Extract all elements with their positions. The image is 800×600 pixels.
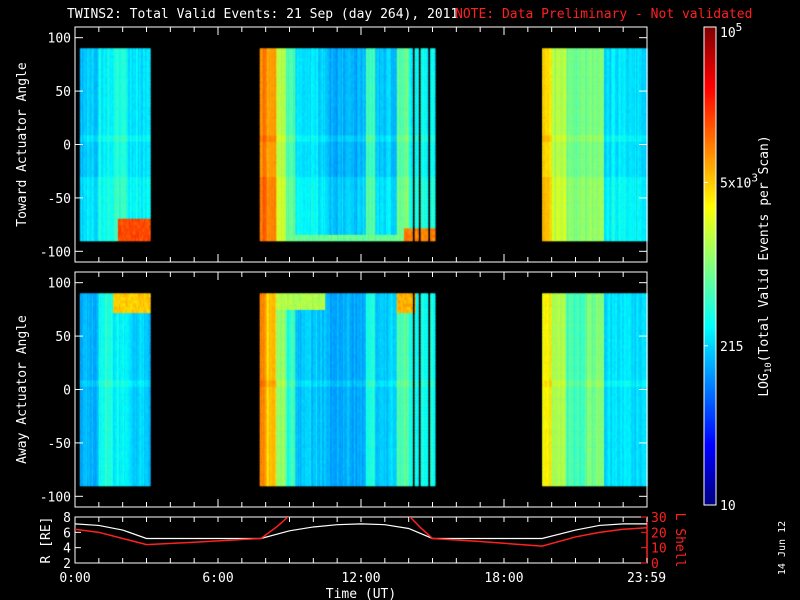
- x-tick-label: 12:00: [341, 571, 380, 586]
- colorbar-tick-label: 10: [720, 499, 736, 514]
- r-tick-label: 8: [63, 511, 71, 526]
- r-tick-label: 2: [63, 557, 71, 572]
- colorbar-tick-label: 5x103: [720, 171, 758, 191]
- y-tick-label: 100: [48, 277, 71, 292]
- y-tick-label: -50: [48, 437, 71, 452]
- colorbar-tick-label: 215: [720, 340, 743, 355]
- r-tick-label: 4: [63, 542, 71, 557]
- y-tick-label: 50: [55, 330, 71, 345]
- x-tick-label: 18:00: [484, 571, 523, 586]
- y-tick-label: 0: [63, 139, 71, 154]
- y-tick-label: -50: [48, 192, 71, 207]
- preliminary-note: NOTE: Data Preliminary - Not validated: [455, 7, 753, 22]
- colorbar-frame: [703, 26, 717, 506]
- r-tick-label: 6: [63, 526, 71, 541]
- x-tick-label: 23:59: [627, 571, 666, 586]
- l-shell-axis-label: L Shell: [672, 513, 687, 568]
- colorbar-tick-label: 105: [720, 21, 742, 41]
- l-shell-tick-label: 20: [651, 526, 667, 541]
- y-axis-label: Away Actuator Angle: [15, 315, 30, 464]
- y-axis-label: Toward Actuator Angle: [15, 62, 30, 227]
- panel-frame: [74, 26, 648, 263]
- l-shell-tick-label: 10: [651, 542, 667, 557]
- date-stamp: 14 Jun 12: [777, 521, 788, 575]
- y-tick-label: -100: [40, 245, 71, 260]
- x-tick-label: 6:00: [202, 571, 233, 586]
- plot-axes: 100500-50-100Toward Actuator Angle100500…: [15, 21, 788, 600]
- y-tick-label: 0: [63, 384, 71, 399]
- r-axis-label: R [RE]: [39, 517, 54, 564]
- panel-frame: [74, 271, 648, 508]
- y-tick-label: 100: [48, 32, 71, 47]
- colorbar-label: LOG10(Total Valid Events per Scan): [757, 135, 774, 396]
- l-shell-tick-label: 30: [651, 511, 667, 526]
- y-tick-label: -100: [40, 490, 71, 505]
- r-distance-line: [75, 523, 647, 540]
- x-axis-label: Time (UT): [326, 587, 396, 600]
- x-tick-label: 0:00: [59, 571, 90, 586]
- chart-title: TWINS2: Total Valid Events: 21 Sep (day …: [67, 7, 459, 22]
- l-shell-tick-label: 0: [651, 557, 659, 572]
- y-tick-label: 50: [55, 85, 71, 100]
